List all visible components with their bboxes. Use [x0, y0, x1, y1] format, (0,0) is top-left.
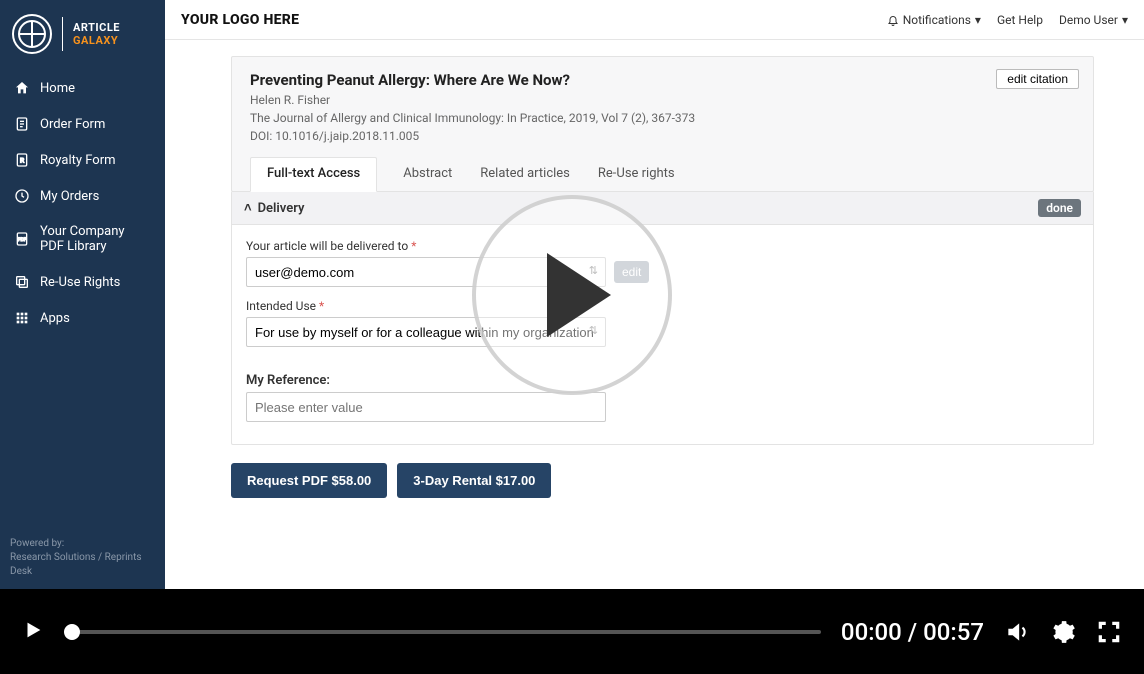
- sidebar-item-label: Re-Use Rights: [40, 275, 120, 290]
- article-title: Preventing Peanut Allergy: Where Are We …: [250, 71, 1075, 89]
- sidebar-item-label: My Orders: [40, 189, 99, 204]
- citation-card: edit citation Preventing Peanut Allergy:…: [231, 56, 1094, 192]
- bell-icon: [887, 14, 899, 26]
- customer-logo-placeholder: YOUR LOGO HERE: [181, 12, 299, 28]
- history-icon: [14, 188, 30, 204]
- sidebar-item-label: Home: [40, 81, 75, 96]
- brand-line2: GALAXY: [73, 34, 120, 47]
- sidebar-item-reuse-rights[interactable]: Re-Use Rights: [0, 264, 165, 300]
- get-help-link[interactable]: Get Help: [997, 13, 1043, 27]
- done-badge: done: [1038, 199, 1081, 217]
- sidebar-item-label: Apps: [40, 311, 70, 326]
- sidebar-item-order-form[interactable]: Order Form: [0, 106, 165, 142]
- video-player-bar: 00:00 / 00:57: [0, 589, 1144, 674]
- my-reference-label: My Reference:: [246, 373, 1079, 388]
- player-settings-button[interactable]: [1050, 619, 1076, 645]
- apps-icon: [14, 310, 30, 326]
- form-icon: [14, 116, 30, 132]
- tab-abstract[interactable]: Abstract: [401, 157, 454, 191]
- sidebar-item-my-orders[interactable]: My Orders: [0, 178, 165, 214]
- delivery-section-header[interactable]: ˄ Delivery done: [232, 192, 1093, 225]
- play-triangle-icon: [547, 253, 611, 337]
- chevron-down-icon: ▾: [975, 13, 981, 27]
- svg-text:PDF: PDF: [18, 237, 27, 243]
- sidebar-item-home[interactable]: Home: [0, 70, 165, 106]
- delivery-email-label: Your article will be delivered to *: [246, 239, 1079, 253]
- request-pdf-button[interactable]: Request PDF $58.00: [231, 463, 387, 498]
- copy-icon: [14, 274, 30, 290]
- user-menu[interactable]: Demo User ▾: [1059, 13, 1128, 27]
- video-play-overlay-button[interactable]: [472, 195, 672, 395]
- player-seek-thumb[interactable]: [64, 624, 80, 640]
- sidebar-item-royalty-form[interactable]: R Royalty Form: [0, 142, 165, 178]
- home-icon: [14, 80, 30, 96]
- sidebar-item-label: Royalty Form: [40, 153, 116, 168]
- tab-reuse-rights[interactable]: Re-Use rights: [596, 157, 677, 191]
- powered-by-label: Powered by:: [10, 537, 155, 551]
- my-reference-input[interactable]: [246, 392, 606, 422]
- rental-button[interactable]: 3-Day Rental $17.00: [397, 463, 551, 498]
- brand-mark-icon: [12, 14, 52, 54]
- royalty-icon: R: [14, 152, 30, 168]
- delivery-section-title: Delivery: [258, 201, 305, 216]
- chevron-down-icon: ▾: [1122, 13, 1128, 27]
- article-doi: DOI: 10.1016/j.jaip.2018.11.005: [250, 129, 1075, 143]
- player-play-button[interactable]: [22, 619, 44, 645]
- powered-by-text: Research Solutions / Reprints Desk: [10, 551, 155, 579]
- tab-related[interactable]: Related articles: [478, 157, 572, 191]
- pdf-icon: PDF: [14, 231, 30, 247]
- sidebar-item-apps[interactable]: Apps: [0, 300, 165, 336]
- edit-citation-button[interactable]: edit citation: [996, 69, 1079, 89]
- sidebar-item-label: Your Company PDF Library: [40, 224, 151, 254]
- chevron-up-icon: ˄: [244, 200, 252, 216]
- tab-fulltext[interactable]: Full-text Access: [250, 157, 377, 192]
- player-seek-track[interactable]: [64, 630, 821, 634]
- player-volume-button[interactable]: [1004, 619, 1030, 645]
- sidebar-item-label: Order Form: [40, 117, 105, 132]
- brand-line1: ARTICLE: [73, 21, 120, 34]
- article-journal: The Journal of Allergy and Clinical Immu…: [250, 111, 1075, 125]
- svg-text:R: R: [20, 157, 24, 165]
- player-time: 00:00 / 00:57: [841, 618, 984, 646]
- player-fullscreen-button[interactable]: [1096, 619, 1122, 645]
- brand-logo: ARTICLE GALAXY: [0, 0, 165, 70]
- sidebar-item-pdf-library[interactable]: PDF Your Company PDF Library: [0, 214, 165, 264]
- notifications-menu[interactable]: Notifications ▾: [887, 13, 981, 27]
- article-author: Helen R. Fisher: [250, 93, 1075, 107]
